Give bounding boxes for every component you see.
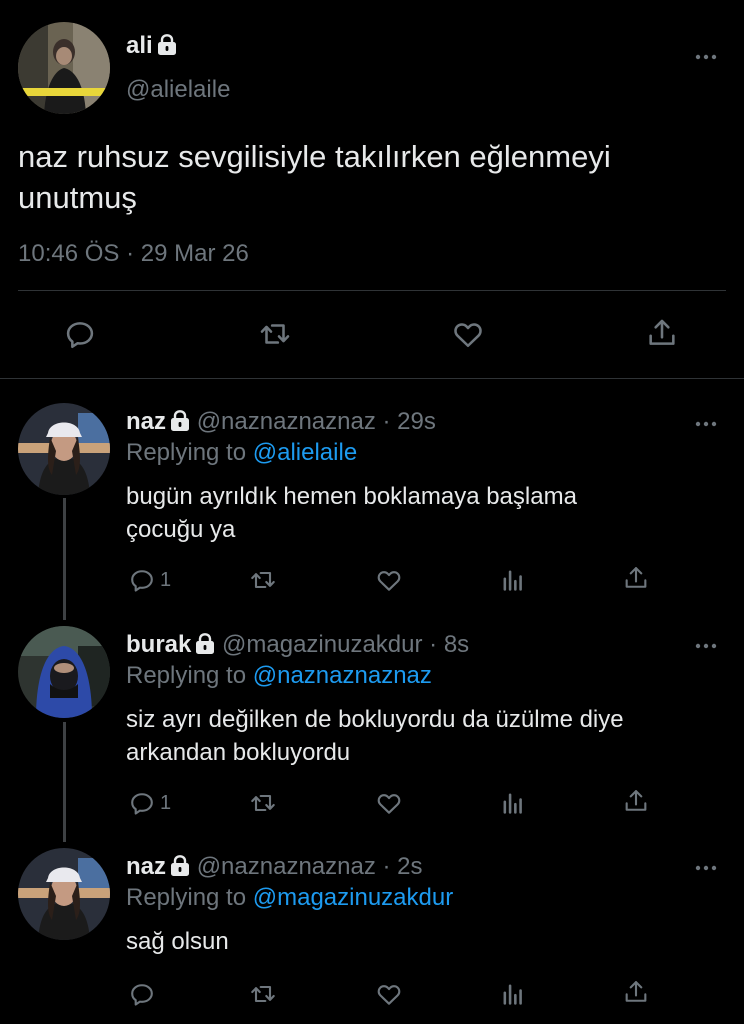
- tweet-timestamp[interactable]: 10:46 ÖS · 29 Mar 26: [18, 240, 249, 268]
- share-icon[interactable]: [645, 316, 679, 350]
- author-name[interactable]: ali: [126, 32, 153, 59]
- more-icon[interactable]: [694, 415, 718, 433]
- reply-text-line-1: sağ olsun: [126, 928, 229, 955]
- share-icon[interactable]: [622, 787, 650, 815]
- analytics-icon[interactable]: [499, 980, 527, 1008]
- thread-line: [63, 722, 66, 842]
- reply-count: 1: [160, 791, 172, 814]
- reply-time: · 2s: [382, 853, 423, 880]
- more-icon[interactable]: [694, 48, 718, 66]
- reply-text: sağ olsun: [126, 925, 229, 958]
- divider: [18, 290, 726, 291]
- reply-header: naz @naznaznaznaz · 2s: [126, 853, 423, 881]
- like-icon[interactable]: [451, 317, 485, 351]
- like-icon[interactable]: [375, 566, 403, 594]
- avatar-image: [18, 22, 110, 114]
- lock-icon: [170, 410, 190, 432]
- retweet-icon[interactable]: [248, 566, 278, 594]
- reply-icon: [128, 566, 156, 594]
- avatar-image: [18, 403, 110, 495]
- retweet-icon[interactable]: [248, 789, 278, 817]
- replying-to-link[interactable]: @magazinuzakdur: [253, 884, 453, 911]
- avatar-image: [18, 626, 110, 718]
- author-handle[interactable]: @magazinuzakdur: [222, 631, 422, 658]
- tweet-text-line-1: naz ruhsuz sevgilisiyle takılırken eğlen…: [18, 139, 611, 174]
- reply-text: bugün ayrıldık hemen boklamaya başlama ç…: [126, 480, 577, 546]
- analytics-icon[interactable]: [499, 566, 527, 594]
- more-icon[interactable]: [694, 637, 718, 655]
- author-name[interactable]: naz: [126, 853, 166, 880]
- lock-icon: [157, 34, 177, 56]
- replying-to: Replying to @magazinuzakdur: [126, 884, 453, 912]
- like-icon[interactable]: [375, 980, 403, 1008]
- reply-count: 1: [160, 568, 172, 591]
- retweet-icon[interactable]: [257, 317, 293, 351]
- share-icon[interactable]: [622, 564, 650, 592]
- avatar-naz[interactable]: [18, 848, 110, 940]
- author-handle[interactable]: @naznaznaznaz: [197, 408, 376, 435]
- reply-button[interactable]: 1: [128, 789, 171, 817]
- lock-icon: [195, 633, 215, 655]
- author-name[interactable]: naz: [126, 408, 166, 435]
- tweet-time: 10:46 ÖS: [18, 240, 120, 267]
- avatar-naz[interactable]: [18, 403, 110, 495]
- avatar-ali[interactable]: [18, 22, 110, 114]
- reply-header: naz @naznaznaznaz · 29s: [126, 408, 436, 436]
- author-name[interactable]: burak: [126, 631, 191, 658]
- lock-icon: [170, 855, 190, 877]
- reply-button[interactable]: [128, 980, 160, 1008]
- author-name-row: ali: [126, 32, 177, 60]
- tweet-date: 29 Mar 26: [140, 240, 249, 267]
- replying-to: Replying to @naznaznaznaz: [126, 662, 432, 690]
- tweet-text-line-2: unutmuş: [18, 180, 137, 215]
- reply-text-line-1: siz ayrı değilken de bokluyordu da üzülm…: [126, 706, 624, 733]
- replying-to: Replying to @alielaile: [126, 439, 357, 467]
- analytics-icon[interactable]: [499, 789, 527, 817]
- more-icon[interactable]: [694, 859, 718, 877]
- reply-icon: [128, 789, 156, 817]
- reply-button[interactable]: 1: [128, 566, 171, 594]
- avatar-burak[interactable]: [18, 626, 110, 718]
- retweet-icon[interactable]: [248, 980, 278, 1008]
- like-icon[interactable]: [375, 789, 403, 817]
- reply-text-line-2: arkandan bokluyordu: [126, 739, 351, 766]
- reply-text: siz ayrı değilken de bokluyordu da üzülm…: [126, 703, 624, 769]
- tweet-text: naz ruhsuz sevgilisiyle takılırken eğlen…: [18, 136, 611, 218]
- replying-to-label: Replying to: [126, 439, 247, 466]
- divider: [0, 378, 744, 379]
- reply-icon[interactable]: [63, 317, 97, 351]
- author-handle[interactable]: @alielaile: [126, 76, 230, 104]
- share-icon[interactable]: [622, 978, 650, 1006]
- reply-header: burak @magazinuzakdur · 8s: [126, 631, 469, 659]
- reply-text-line-1: bugün ayrıldık hemen boklamaya başlama: [126, 483, 577, 510]
- reply-text-line-2: çocuğu ya: [126, 516, 236, 543]
- reply-time: · 8s: [429, 631, 470, 658]
- reply-icon: [128, 980, 156, 1008]
- replying-to-link[interactable]: @alielaile: [253, 439, 357, 466]
- replying-to-label: Replying to: [126, 884, 247, 911]
- author-handle[interactable]: @naznaznaznaz: [197, 853, 376, 880]
- reply-time: · 29s: [382, 408, 436, 435]
- thread-line: [63, 498, 66, 620]
- replying-to-label: Replying to: [126, 662, 247, 689]
- timestamp-separator: ·: [126, 240, 135, 267]
- avatar-image: [18, 848, 110, 940]
- replying-to-link[interactable]: @naznaznaznaz: [253, 662, 432, 689]
